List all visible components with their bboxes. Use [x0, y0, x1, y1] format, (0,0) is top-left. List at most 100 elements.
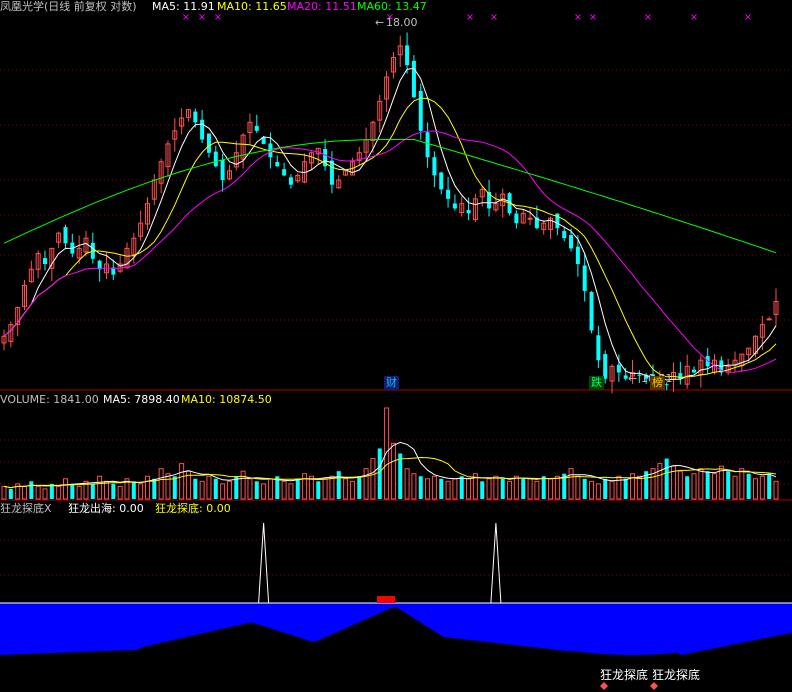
- volume-bar: [418, 476, 423, 499]
- volume-bar: [685, 476, 690, 499]
- volume-bar: [336, 471, 341, 499]
- volume-bar: [595, 483, 601, 500]
- volume-bar: [439, 478, 444, 499]
- volume-bar: [172, 476, 177, 499]
- volume-bar: [726, 471, 731, 499]
- candle-body: [692, 369, 697, 373]
- volume-bar: [179, 463, 185, 500]
- volume-bar: [29, 481, 34, 499]
- ma20-line: [3, 130, 777, 373]
- volume-bar: [677, 470, 683, 500]
- volume-bar: [316, 481, 321, 499]
- high-arrow: ←: [375, 16, 385, 29]
- volume-bar: [206, 475, 212, 500]
- volume-bar: [466, 478, 472, 500]
- volume-bar: [521, 478, 526, 499]
- candle-body: [42, 258, 47, 265]
- volume-bar: [295, 478, 300, 499]
- volume-bar: [247, 478, 253, 500]
- event-marker-list[interactable]: 榜: [650, 376, 665, 390]
- volume-bar: [486, 478, 492, 500]
- volume-bar: [240, 470, 246, 500]
- event-marker-fall[interactable]: 跌: [589, 376, 604, 390]
- volume-bar: [343, 478, 349, 500]
- volume-bar: [705, 471, 710, 499]
- volume-bar: [548, 478, 554, 500]
- indicator-spike-up: [258, 522, 270, 604]
- volume-bar: [480, 481, 485, 499]
- event-marker-finance[interactable]: 财: [384, 376, 399, 390]
- volume-ma5-line: [3, 441, 777, 489]
- volume-bar: [70, 483, 75, 499]
- volume-bar: [390, 442, 396, 500]
- signal-x-marker: ×: [574, 12, 582, 23]
- candle-body: [603, 354, 608, 379]
- volume-bar: [254, 481, 259, 499]
- volume-bar: [370, 458, 376, 500]
- volume-bar: [575, 475, 581, 500]
- volume-bar: [111, 483, 116, 499]
- high-price-label: 18.00: [386, 16, 418, 29]
- candle-body: [616, 364, 621, 373]
- volume-bar: [357, 476, 362, 499]
- indicator-blue-area: [0, 603, 792, 655]
- candle-body: [193, 111, 198, 123]
- volume-bar: [623, 478, 628, 499]
- volume-bar: [42, 488, 48, 500]
- volume-bar: [261, 483, 267, 500]
- volume-bar: [322, 478, 328, 500]
- volume-bar: [267, 478, 273, 500]
- indicator-name: 狂龙探底X: [0, 502, 52, 515]
- ma5-label: MA5: 11.91: [152, 0, 215, 13]
- stock-chart: × × × × × × × × × × ×: [0, 12, 792, 690]
- volume-ma10-label: MA10: 10874.50: [181, 393, 272, 406]
- volume-bar: [56, 485, 62, 500]
- volume-bar: [213, 478, 218, 499]
- volume-bar: [377, 448, 382, 499]
- candle-body: [275, 161, 280, 167]
- volume-bar: [452, 478, 458, 500]
- candle-body: [452, 203, 457, 209]
- volume-bar: [152, 478, 157, 499]
- volume-bar: [431, 475, 437, 500]
- volume-label: VOLUME: 1841.00: [0, 393, 99, 406]
- candle-body: [466, 210, 471, 214]
- volume-bar: [288, 483, 294, 500]
- volume-bar: [35, 485, 41, 500]
- ma10-line: [3, 97, 777, 379]
- indicator-signal-label: 狂龙探底: [652, 668, 701, 682]
- volume-bar: [712, 473, 718, 500]
- candle-body: [418, 91, 423, 131]
- ma60-label: MA60: 13.47: [357, 0, 427, 13]
- volume-bar: [193, 478, 198, 499]
- candle-body: [446, 189, 451, 199]
- volume-bar: [425, 478, 431, 500]
- ma60-line: [3, 139, 777, 254]
- volume-bar: [131, 481, 136, 499]
- ma10-label: MA10: 11.65: [217, 0, 287, 13]
- candle-body: [405, 45, 410, 66]
- low-arrow: ←: [628, 372, 638, 385]
- volume-bar: [616, 475, 622, 500]
- candle-body: [766, 318, 772, 321]
- volume-bar: [384, 407, 390, 500]
- indicator-peak-marker: [377, 596, 395, 603]
- volume-ma5-label: MA5: 7898.40: [103, 393, 180, 406]
- indicator-signal-label: 狂龙探底: [600, 668, 649, 682]
- signal-x-marker: ×: [744, 12, 752, 23]
- signal-x-marker: ×: [490, 12, 498, 23]
- volume-bar: [657, 463, 663, 500]
- volume-bar: [554, 475, 560, 500]
- volume-bar: [513, 475, 519, 500]
- candle-body: [254, 125, 259, 131]
- candle-body: [589, 292, 594, 331]
- volume-bar: [500, 478, 505, 499]
- volume-bar: [759, 475, 765, 500]
- volume-bar: [753, 478, 759, 500]
- volume-bar: [746, 473, 751, 499]
- candle-body: [213, 151, 218, 167]
- volume-bar: [8, 488, 13, 499]
- candle-body: [206, 133, 211, 153]
- volume-bar: [691, 473, 697, 500]
- volume-bar: [541, 476, 546, 499]
